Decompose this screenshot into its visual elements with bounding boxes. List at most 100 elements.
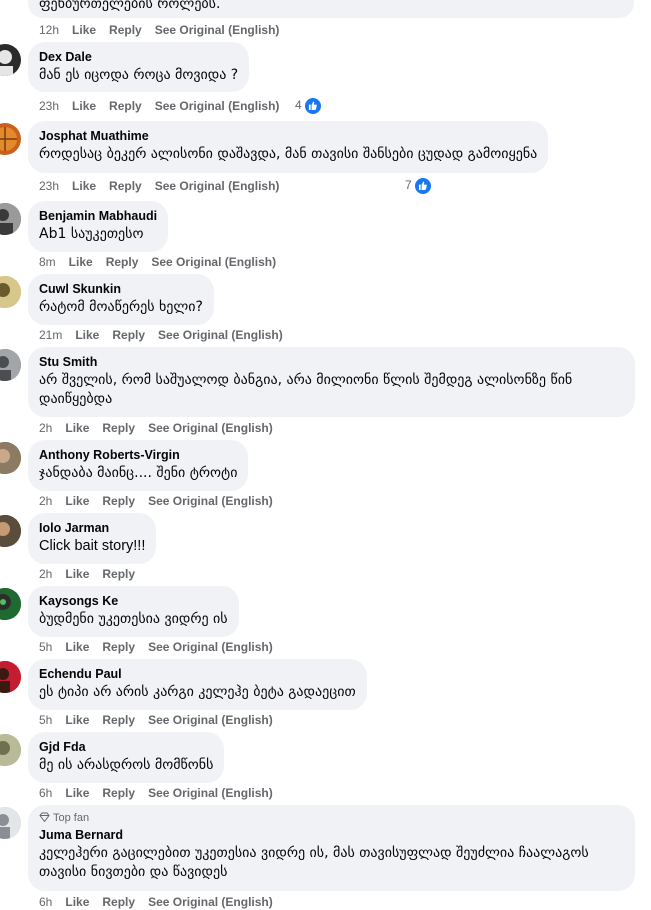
comment-author[interactable]: Gjd Fda	[39, 739, 213, 755]
avatar[interactable]	[0, 123, 21, 155]
see-original-button[interactable]: See Original (English)	[148, 785, 273, 801]
comment-time[interactable]: 21m	[39, 327, 62, 343]
comment-text: რატომ მოაწერეს ხელი?	[39, 299, 203, 315]
avatar[interactable]	[0, 807, 21, 839]
reply-button[interactable]: Reply	[102, 785, 135, 801]
avatar[interactable]	[0, 442, 21, 474]
avatar[interactable]	[0, 44, 21, 76]
see-original-button[interactable]: See Original (English)	[151, 254, 276, 270]
see-original-button[interactable]: See Original (English)	[148, 712, 273, 728]
avatar[interactable]	[0, 349, 21, 381]
comment-author[interactable]: Cuwl Skunkin	[39, 281, 203, 297]
comment-meta: 2h Like Reply	[39, 566, 148, 582]
reply-button[interactable]: Reply	[109, 98, 142, 114]
see-original-button[interactable]: See Original (English)	[158, 327, 283, 343]
comment-meta: 6h Like Reply See Original (English)	[39, 785, 286, 801]
comment-bubble: Josphat Muathime როდესაც ბეკერ ალისონი დ…	[28, 121, 549, 173]
see-original-button[interactable]: See Original (English)	[155, 178, 280, 194]
like-reaction-icon	[413, 176, 432, 195]
comment-meta: 8m Like Reply See Original (English)	[39, 254, 289, 270]
reply-button[interactable]: Reply	[102, 639, 135, 655]
reply-button[interactable]: Reply	[109, 22, 142, 38]
comment-meta: 2h Like Reply See Original (English)	[39, 420, 286, 436]
reply-button[interactable]: Reply	[109, 178, 142, 194]
comment-bubble: Anthony Roberts-Virgin ჯანდაბა მაინც....…	[28, 440, 249, 491]
reply-button[interactable]: Reply	[112, 327, 145, 343]
comment-text: Ab1 საუკეთესო	[39, 226, 144, 242]
comment-author[interactable]: Iolo Jarman	[39, 520, 145, 536]
see-original-button[interactable]: See Original (English)	[148, 493, 273, 509]
comment-bubble: Dex Dale მან ეს იცოდა როცა მოვიდა ?	[28, 42, 250, 92]
comment-time[interactable]: 12h	[39, 22, 59, 38]
comment-time[interactable]: 2h	[39, 566, 52, 582]
reply-button[interactable]: Reply	[102, 566, 135, 582]
avatar[interactable]	[0, 515, 21, 547]
reply-button[interactable]: Reply	[102, 894, 135, 910]
reply-button[interactable]: Reply	[102, 493, 135, 509]
comment-time[interactable]: 6h	[39, 785, 52, 801]
see-original-button[interactable]: See Original (English)	[155, 22, 280, 38]
comment-bubble: Kaysongs Ke ბუდმენი უკეთესია ვიდრე ის	[28, 586, 239, 637]
like-button[interactable]: Like	[72, 22, 96, 38]
comment-meta: 5h Like Reply See Original (English)	[39, 712, 286, 728]
like-button[interactable]: Like	[65, 493, 89, 509]
see-original-button[interactable]: See Original (English)	[148, 420, 273, 436]
comment-time[interactable]: 2h	[39, 420, 52, 436]
comment-meta: 23h Like Reply See Original (English)	[39, 98, 292, 114]
comment-meta: 2h Like Reply See Original (English)	[39, 493, 286, 509]
comment-text: ეს ტიპი არ არის კარგი კელეჰე ბეტა გადაეც…	[39, 684, 356, 700]
comment-bubble: Stu Smith არ შველის, რომ საშუალოდ ბანგია…	[28, 347, 635, 417]
diamond-icon	[39, 812, 50, 823]
comment-time[interactable]: 23h	[39, 98, 59, 114]
reaction-count[interactable]: 7	[405, 176, 432, 195]
like-button[interactable]: Like	[65, 894, 89, 910]
comment-author[interactable]: Dex Dale	[39, 49, 238, 65]
like-reaction-icon	[303, 96, 322, 115]
comment-author[interactable]: Kaysongs Ke	[39, 593, 228, 609]
avatar[interactable]	[0, 276, 21, 308]
like-button[interactable]: Like	[75, 327, 99, 343]
comment-author[interactable]: Stu Smith	[39, 354, 624, 370]
comment-bubble: Benjamin Mabhaudi Ab1 საუკეთესო	[28, 201, 169, 252]
comment-time[interactable]: 8m	[39, 254, 56, 270]
like-button[interactable]: Like	[65, 420, 89, 436]
like-button[interactable]: Like	[72, 98, 96, 114]
comment-time[interactable]: 23h	[39, 178, 59, 194]
comment-time[interactable]: 5h	[39, 712, 52, 728]
reply-button[interactable]: Reply	[102, 420, 135, 436]
avatar[interactable]	[0, 661, 21, 693]
comment-bubble: Cuwl Skunkin რატომ მოაწერეს ხელი?	[28, 274, 214, 325]
see-original-button[interactable]: See Original (English)	[148, 894, 273, 910]
avatar[interactable]	[0, 203, 21, 235]
comment-author[interactable]: Josphat Muathime	[39, 128, 537, 144]
comment-author[interactable]: Echendu Paul	[39, 666, 356, 682]
reaction-number: 4	[295, 98, 302, 112]
comment-time[interactable]: 6h	[39, 894, 52, 910]
comment-author[interactable]: Anthony Roberts-Virgin	[39, 447, 237, 463]
avatar[interactable]	[0, 734, 21, 766]
like-button[interactable]: Like	[65, 639, 89, 655]
comment-time[interactable]: 2h	[39, 493, 52, 509]
comment-text: ბუდმენი უკეთესია ვიდრე ის	[39, 611, 228, 627]
reply-button[interactable]: Reply	[102, 712, 135, 728]
like-button[interactable]: Like	[69, 254, 93, 270]
like-button[interactable]: Like	[65, 785, 89, 801]
see-original-button[interactable]: See Original (English)	[155, 98, 280, 114]
like-button[interactable]: Like	[65, 712, 89, 728]
reaction-count[interactable]: 4	[295, 96, 322, 115]
like-button[interactable]: Like	[72, 178, 96, 194]
comment-text: ფეხბურთელების როლებს.	[39, 0, 221, 12]
comment-author[interactable]: Juma Bernard	[39, 827, 624, 843]
like-button[interactable]: Like	[65, 566, 89, 582]
comment-meta: 5h Like Reply See Original (English)	[39, 639, 286, 655]
comment-text: ჯანდაბა მაინც.... შენი ტროტი	[39, 465, 238, 481]
top-fan-label: Top fan	[53, 812, 90, 824]
reply-button[interactable]: Reply	[106, 254, 139, 270]
comment-text: კელეჰერი გაცილებით უკეთესია ვიდრე ის, მა…	[39, 845, 589, 880]
avatar[interactable]	[0, 588, 21, 620]
comment-bubble: Iolo Jarman Click bait story!!!	[28, 513, 157, 564]
see-original-button[interactable]: See Original (English)	[148, 639, 273, 655]
comment-time[interactable]: 5h	[39, 639, 52, 655]
comment-text: მე ის არასდროს მომწონს	[39, 757, 214, 773]
comment-author[interactable]: Benjamin Mabhaudi	[39, 208, 157, 224]
